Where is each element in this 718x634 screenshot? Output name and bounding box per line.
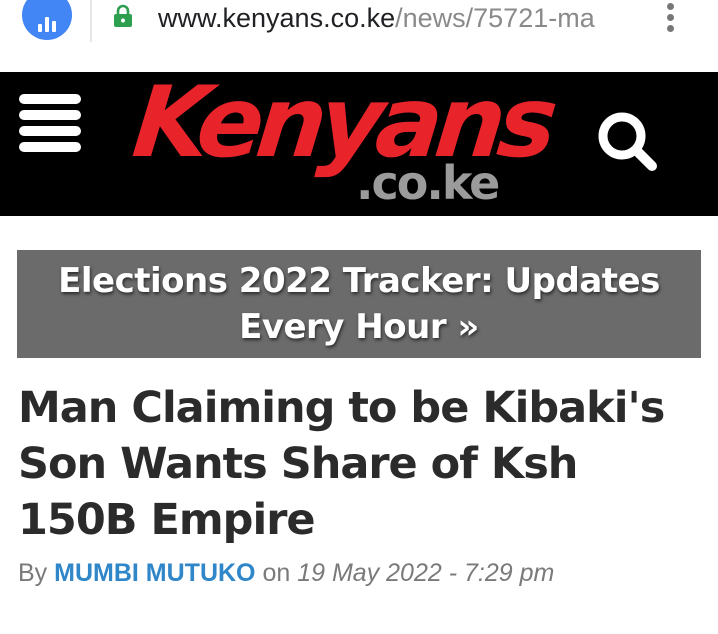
elections-tracker-banner: Elections 2022 Tracker: Updates Every Ho… [17, 250, 701, 358]
search-icon[interactable] [592, 106, 660, 174]
url-bar-divider [90, 0, 92, 42]
logo-domain: .co.ke [356, 156, 500, 210]
more-vert-icon[interactable] [664, 0, 678, 36]
byline-on: on [262, 559, 291, 587]
url-domain: www.kenyans.co.ke [158, 3, 396, 33]
analytics-icon[interactable] [22, 0, 72, 40]
byline-prefix: By [18, 559, 48, 587]
author-link[interactable]: MUMBI MUTUKO [54, 559, 255, 587]
article-byline: By MUMBI MUTUKO on 19 May 2022 - 7:29 pm [18, 556, 708, 590]
tracker-link[interactable]: Elections 2022 Tracker: Updates Every Ho… [37, 258, 681, 350]
lock-icon[interactable] [111, 4, 135, 28]
site-logo[interactable]: Kenyans .co.ke [128, 66, 556, 210]
hamburger-icon[interactable] [19, 94, 81, 152]
publish-date: 19 May 2022 - 7:29 pm [297, 559, 555, 587]
site-header: Kenyans .co.ke [0, 66, 718, 216]
url-path: /news/75721-ma [395, 3, 595, 33]
browser-url-bar: www.kenyans.co.ke/news/75721-ma [0, 0, 718, 44]
address-field[interactable]: www.kenyans.co.ke/news/75721-ma [158, 0, 638, 38]
article-headline: Man Claiming to be Kibaki's Son Wants Sh… [18, 383, 665, 545]
